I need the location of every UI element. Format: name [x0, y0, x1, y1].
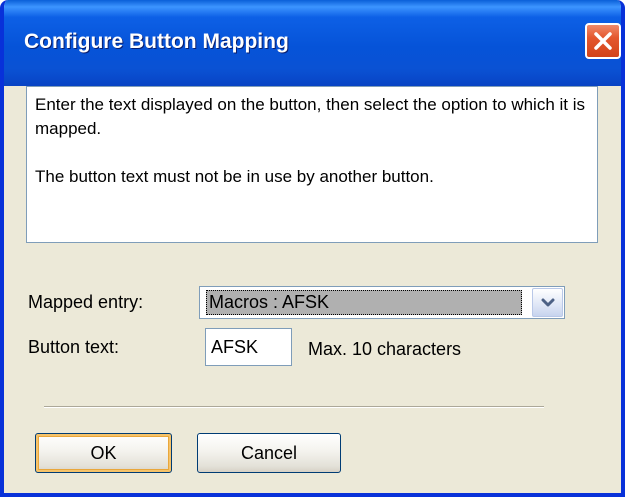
window-title: Configure Button Mapping	[24, 30, 289, 53]
instructions-text: Enter the text displayed on the button, …	[35, 95, 586, 138]
button-text-label: Button text:	[28, 337, 120, 357]
cancel-button[interactable]: Cancel	[197, 433, 341, 473]
divider	[44, 406, 544, 408]
instructions-box: Enter the text displayed on the button, …	[26, 86, 598, 243]
close-icon	[594, 32, 612, 50]
chevron-down-icon	[541, 298, 554, 306]
close-button[interactable]	[585, 23, 621, 59]
max-characters-hint: Max. 10 characters	[308, 339, 462, 359]
button-text-input[interactable]	[205, 328, 292, 366]
mapped-entry-value: Macros : AFSK	[206, 290, 522, 315]
dialog-body: Enter the text displayed on the button, …	[4, 86, 621, 493]
instructions-note: The button text must not be in use by an…	[35, 167, 434, 186]
dialog-window: Configure Button Mapping Enter the text …	[0, 0, 625, 497]
dropdown-button[interactable]	[532, 288, 563, 317]
mapped-entry-label: Mapped entry:	[28, 292, 144, 312]
mapped-entry-select[interactable]: Macros : AFSK	[199, 286, 565, 319]
ok-button[interactable]: OK	[35, 433, 172, 473]
title-bar[interactable]: Configure Button Mapping	[4, 0, 621, 86]
